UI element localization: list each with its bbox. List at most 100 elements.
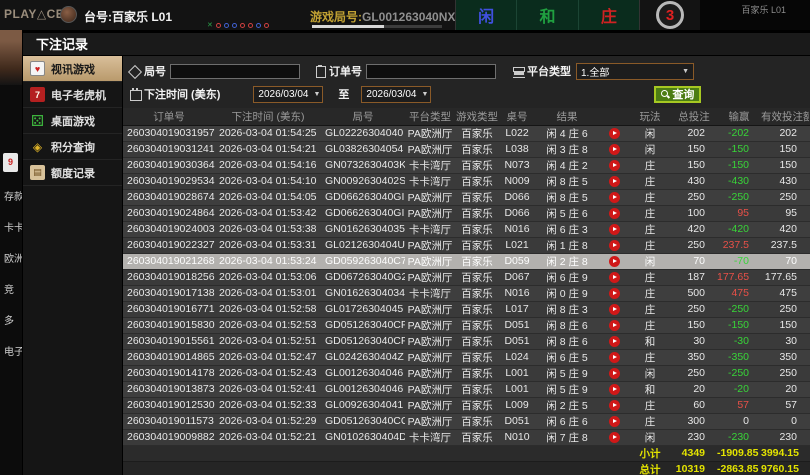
play-video-icon[interactable] — [608, 255, 620, 267]
sidebar-item-电子老虎机[interactable]: 7 电子老虎机 — [23, 82, 122, 108]
play-video-icon[interactable] — [608, 303, 620, 315]
sidebar-item-额度记录[interactable]: ▤ 额度记录 — [23, 160, 122, 186]
table-row[interactable]: 260304019022327 2026-03-04 01:53:31 GL0212… — [123, 237, 810, 254]
bet-zone-闲[interactable]: 闲 — [456, 0, 518, 30]
cell-bet-time: 2026-03-04 01:54:10 — [215, 173, 321, 190]
cell-result: 闲 5 庄 6 — [535, 205, 599, 222]
cell-result: 闲 8 庄 5 — [535, 189, 599, 206]
play-video-icon[interactable] — [608, 351, 620, 363]
sidebar-item-积分查询[interactable]: ◈ 积分查询 — [23, 134, 122, 160]
column-header: 游戏类型 — [455, 108, 499, 126]
cell-total-bet: 150 — [671, 157, 717, 174]
table-row[interactable]: 260304019009882 2026-03-04 01:52:21 GN0102… — [123, 429, 810, 446]
cell-play-type: 和 — [629, 381, 671, 398]
column-header: 总投注 — [671, 108, 717, 126]
cell-total-bet: 230 — [671, 429, 717, 446]
column-header: 桌号 — [499, 108, 535, 126]
table-row[interactable]: 260304019029534 2026-03-04 01:54:10 GN0092… — [123, 173, 810, 190]
play-video-icon[interactable] — [608, 319, 620, 331]
date-to-select[interactable]: 2026/03/04 ▼ — [361, 85, 432, 103]
cell-result: 闲 4 庄 2 — [535, 157, 599, 174]
road-dot — [263, 23, 269, 28]
sidebar-item-桌面游戏[interactable]: ⚄ 桌面游戏 — [23, 108, 122, 134]
road-dot — [247, 23, 253, 28]
cell-video — [599, 221, 629, 238]
play-video-icon[interactable] — [608, 271, 620, 283]
table-row[interactable]: 260304019024864 2026-03-04 01:53:42 GD0662… — [123, 205, 810, 222]
cell-platform: PA欧洲厅 — [405, 381, 455, 398]
play-video-icon[interactable] — [608, 175, 620, 187]
table-row[interactable]: 260304019012530 2026-03-04 01:52:33 GL0092… — [123, 397, 810, 414]
cell-valid-bet: 350 — [761, 349, 809, 366]
play-video-icon[interactable] — [608, 191, 620, 203]
play-video-icon[interactable] — [608, 207, 620, 219]
table-row[interactable]: 260304019018256 2026-03-04 01:53:06 GD0672… — [123, 269, 810, 286]
cell-bet-time: 2026-03-04 01:52:51 — [215, 333, 321, 350]
cell-play-type: 庄 — [629, 157, 671, 174]
play-video-icon[interactable] — [608, 159, 620, 171]
order-no-input[interactable] — [366, 63, 496, 79]
cell-win-loss: -150 — [717, 141, 761, 158]
subtotal-row: 小计 4349 -1909.85 3994.15 — [123, 444, 810, 462]
cell-valid-bet: 475 — [761, 285, 809, 302]
cell-empty — [499, 460, 535, 475]
to-label: 至 — [338, 89, 350, 101]
table-row[interactable]: 260304019015830 2026-03-04 01:52:53 GD0512… — [123, 317, 810, 334]
play-video-icon[interactable] — [608, 143, 620, 155]
play-video-icon[interactable] — [608, 127, 620, 139]
cell-valid-bet: 70 — [761, 253, 809, 270]
table-row[interactable]: 260304019016771 2026-03-04 01:52:58 GL0172… — [123, 301, 810, 318]
cell-platform: 卡卡湾厅 — [405, 429, 455, 446]
cell-valid-bet: 230 — [761, 429, 809, 446]
filter-panel: 局号 订单号 平台类型 1.全部 ▼ 下注时间 (美东) 2026/03/04 … — [123, 56, 810, 108]
cell-result: 闲 6 庄 5 — [535, 349, 599, 366]
game-no-input[interactable] — [170, 63, 300, 79]
cell-bet-time: 2026-03-04 01:53:01 — [215, 285, 321, 302]
bet-zone-和[interactable]: 和 — [517, 0, 579, 30]
play-video-icon[interactable] — [608, 239, 620, 251]
cell-total-bet: 30 — [671, 333, 717, 350]
table-row[interactable]: 260304019030364 2026-03-04 01:54:16 GN0732… — [123, 157, 810, 174]
cell-result: 闲 8 庄 6 — [535, 317, 599, 334]
table-row[interactable]: 260304019014178 2026-03-04 01:52:43 GL0012… — [123, 365, 810, 382]
bet-zone-庄[interactable]: 庄 — [579, 0, 639, 30]
table-row[interactable]: 260304019031241 2026-03-04 01:54:21 GL0382… — [123, 141, 810, 158]
play-video-icon[interactable] — [608, 383, 620, 395]
table-row[interactable]: 260304019031957 2026-03-04 01:54:25 GL0222… — [123, 125, 810, 142]
cell-total-bet: 150 — [671, 317, 717, 334]
cell-table-no: L022 — [499, 125, 535, 142]
table-row[interactable]: 260304019017138 2026-03-04 01:53:01 GN0162… — [123, 285, 810, 302]
sidebar-item-视讯游戏[interactable]: ♥ 视讯游戏 — [23, 56, 122, 82]
play-video-icon[interactable] — [608, 415, 620, 427]
cell-result: 闲 3 庄 8 — [535, 141, 599, 158]
cell-order-no: 260304019014178 — [123, 365, 215, 382]
play-video-icon[interactable] — [608, 335, 620, 347]
play-video-icon[interactable] — [608, 431, 620, 443]
game-no-label: 局号 — [144, 66, 166, 78]
table-row[interactable]: 260304019015561 2026-03-04 01:52:51 GD0512… — [123, 333, 810, 350]
cell-empty — [215, 444, 321, 462]
table-row[interactable]: 260304019021268 2026-03-04 01:53:24 GD0592… — [123, 253, 810, 270]
table-row[interactable]: 260304019028674 2026-03-04 01:54:05 GD0662… — [123, 189, 810, 206]
date-from-select[interactable]: 2026/03/04 ▼ — [253, 85, 324, 103]
play-video-icon[interactable] — [608, 287, 620, 299]
table-row[interactable]: 260304019011573 2026-03-04 01:52:29 GD0512… — [123, 413, 810, 430]
table-row[interactable]: 260304019014865 2026-03-04 01:52:47 GL0242… — [123, 349, 810, 366]
play-video-icon[interactable] — [608, 399, 620, 411]
cell-win-loss: -20 — [717, 381, 761, 398]
platform-type-select[interactable]: 1.全部 ▼ — [576, 62, 694, 80]
play-video-icon[interactable] — [608, 367, 620, 379]
table-row[interactable]: 260304019024003 2026-03-04 01:53:38 GN0162… — [123, 221, 810, 238]
cell-play-type: 庄 — [629, 397, 671, 414]
road-dot — [223, 23, 229, 28]
cell-order-no: 260304019031241 — [123, 141, 215, 158]
play-video-icon[interactable] — [608, 223, 620, 235]
cell-game-no: GD067263040G2 — [321, 269, 405, 286]
total-bet-sum: 10319 — [671, 460, 717, 475]
cell-valid-bet: 250 — [761, 301, 809, 318]
query-button[interactable]: 查询 — [654, 85, 702, 103]
table-row[interactable]: 260304019013873 2026-03-04 01:52:41 GL0012… — [123, 381, 810, 398]
cell-win-loss: 475 — [717, 285, 761, 302]
cell-order-no: 260304019018256 — [123, 269, 215, 286]
cell-valid-bet: 430 — [761, 173, 809, 190]
